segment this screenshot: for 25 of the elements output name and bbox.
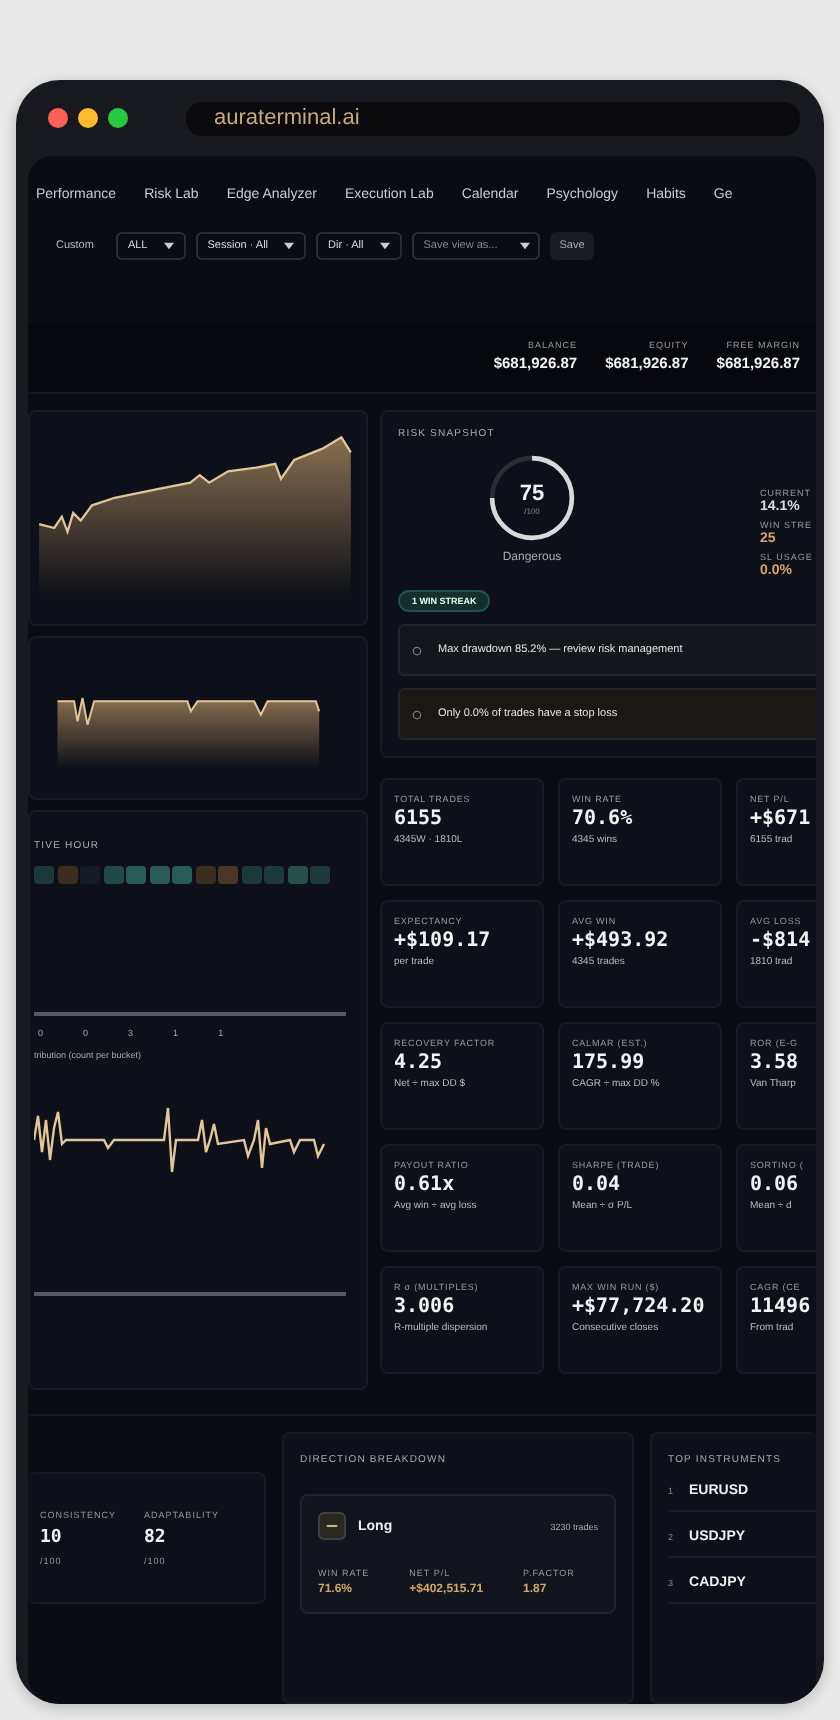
- maximize-icon[interactable]: [108, 108, 128, 128]
- metric-value: 0.61x: [394, 1174, 457, 1196]
- score-value: 82: [144, 1528, 168, 1548]
- caret-icon: [379, 242, 390, 250]
- metric-value: 3.58: [750, 1052, 801, 1074]
- metric-value: 3.006: [394, 1296, 457, 1318]
- metric-value: 70.6%: [572, 808, 635, 830]
- caret-icon: [519, 242, 530, 250]
- metric-value: 0.06: [750, 1174, 801, 1196]
- metric-value: 175.99: [572, 1052, 647, 1074]
- metric-value: 0.04: [572, 1174, 623, 1196]
- gauge-ring: [489, 455, 575, 541]
- minimize-icon[interactable]: [78, 108, 98, 128]
- metric-value: +$77,724.20: [572, 1296, 707, 1318]
- address-bar[interactable]: auraterminal.ai: [186, 101, 800, 135]
- metric-value: 11496: [750, 1296, 804, 1318]
- metric-value: 6155: [394, 808, 445, 830]
- score-value: 10: [40, 1528, 64, 1548]
- metric-value: 4.25: [394, 1052, 445, 1074]
- caret-icon: [163, 242, 174, 250]
- metric-value: +$493.92: [572, 930, 671, 952]
- caret-icon: [284, 242, 295, 250]
- risk-score: 75: [519, 481, 545, 505]
- close-icon[interactable]: [48, 108, 68, 128]
- metric-value: +$109.17: [394, 930, 493, 952]
